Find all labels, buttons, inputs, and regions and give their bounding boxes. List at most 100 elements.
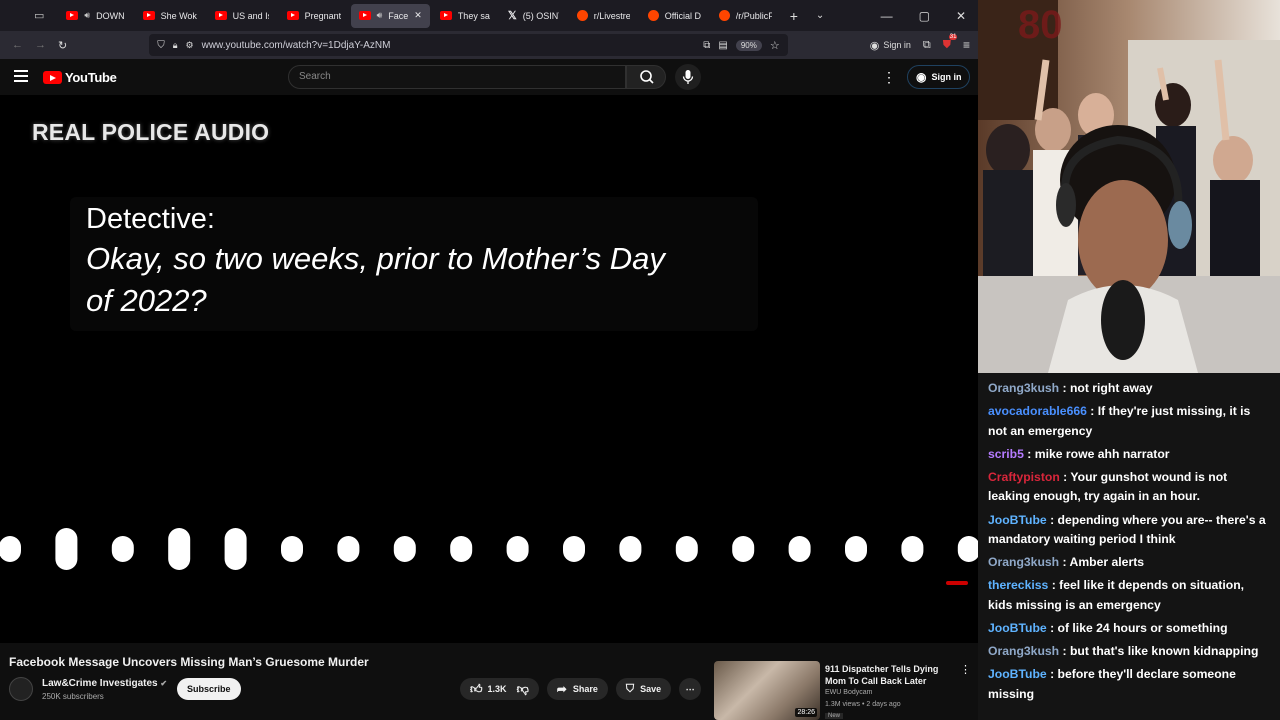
browser-tab[interactable]: She Woke U [135, 4, 205, 28]
chat-username[interactable]: scrib5 [988, 447, 1024, 461]
tab-audio-icon[interactable]: 🔊︎ [84, 10, 90, 21]
hamburger-menu-icon[interactable] [14, 70, 28, 82]
browser-tab[interactable]: Official Des [640, 4, 709, 28]
chat-separator: : [1059, 555, 1070, 570]
permissions-icon[interactable]: ⚙ [186, 40, 194, 51]
tab-title: They sa [457, 10, 490, 21]
chat-text: Amber alerts [1069, 555, 1145, 570]
browser-tab[interactable]: 🔊︎ DOWN [58, 4, 132, 28]
chat-text: not right away [1069, 381, 1153, 395]
maximize-icon[interactable]: ▢ [919, 9, 930, 23]
waveform-bar [393, 536, 416, 562]
tab-title: DOWN [96, 10, 125, 21]
video-title: Facebook Message Uncovers Missing Man’s … [9, 655, 369, 669]
video-actions: 👍︎ 1.3K 👎︎ ➦ Share ⛉ Save ⋯ [460, 678, 702, 700]
youtube-favicon-icon [439, 11, 452, 20]
lock-icon[interactable]: 🔒︎ [173, 40, 178, 51]
youtube-logo[interactable]: YouTube [43, 70, 117, 85]
browser-tab[interactable]: Pregnant M [279, 4, 349, 28]
picture-in-picture-icon[interactable]: ⧉ [703, 40, 710, 51]
related-video-duration: 28:26 [795, 708, 817, 717]
extensions-icon[interactable]: ⧉ [923, 39, 931, 52]
channel-name-text[interactable]: Law&Crime Investigates [42, 678, 158, 689]
url-bar[interactable]: ⛉ 🔒︎ ⚙ www.youtube.com/watch?v=1DdjaY-Az… [149, 34, 788, 56]
tab-audio-icon[interactable]: 🔊︎ [377, 10, 383, 21]
chat-message: Orang3kush : Amber alerts [988, 553, 1270, 573]
thumbs-up-icon: 👍︎ [470, 681, 483, 696]
settings-kebab-icon[interactable]: ⋮ [882, 69, 896, 86]
forward-icon[interactable]: → [35, 39, 46, 51]
webcam-image: 80 [978, 0, 1280, 373]
waveform-bar [111, 536, 134, 562]
save-label: Save [640, 684, 662, 694]
browser-sign-in[interactable]: ◉ Sign in [870, 39, 911, 52]
browser-tab[interactable]: They sa [432, 4, 498, 28]
share-button[interactable]: ➦ Share [546, 678, 608, 700]
youtube-sign-in-button[interactable]: ◉ Sign in [907, 65, 971, 89]
browser-nav-bar: ← → ↻ ⛉ 🔒︎ ⚙ www.youtube.com/watch?v=1Dd… [0, 31, 978, 59]
chat-username[interactable]: thereckiss [988, 578, 1048, 592]
url-text[interactable]: www.youtube.com/watch?v=1DdjaY-AzNM [202, 40, 696, 51]
subscribe-button[interactable]: Subscribe [177, 678, 241, 700]
chat-message: JooBTube : before they'll declare someon… [988, 665, 1270, 704]
related-video-thumbnail[interactable]: 28:26 [714, 661, 820, 720]
video-player[interactable]: REAL POLICE AUDIO Detective: Okay, so tw… [0, 95, 978, 643]
related-video-channel[interactable]: EWU Bodycam [825, 689, 872, 696]
chat-username[interactable]: JooBTube [988, 667, 1047, 681]
minimize-icon[interactable]: — [881, 9, 893, 23]
chat-username[interactable]: Craftypiston [988, 470, 1060, 484]
reddit-favicon-icon [718, 10, 730, 21]
channel-name[interactable]: Law&Crime Investigates ✔ [42, 678, 167, 689]
back-icon[interactable]: ← [12, 39, 23, 51]
new-tab-icon[interactable]: + [790, 8, 798, 24]
chat-username[interactable]: JooBTube [988, 513, 1047, 527]
chat-username[interactable]: Orang3kush [988, 644, 1059, 658]
chat-separator: : [1059, 381, 1070, 395]
reload-icon[interactable]: ↻ [58, 39, 67, 52]
share-icon: ➦ [556, 682, 567, 696]
waveform-bar [281, 536, 303, 562]
related-video-card[interactable]: 28:26 911 Dispatcher Tells Dying Mom To … [714, 661, 974, 720]
chat-username[interactable]: Orang3kush [988, 381, 1059, 395]
chat-message: scrib5 : mike rowe ahh narrator [988, 445, 1270, 465]
share-label: Share [572, 684, 598, 694]
tab-title: (5) OSINTde [522, 10, 559, 21]
bookmark-star-icon[interactable]: ☆ [770, 39, 780, 52]
dislike-button[interactable]: 👎︎ [517, 682, 529, 697]
chat-message: Craftypiston : Your gunshot wound is not… [988, 468, 1270, 507]
search-icon [640, 70, 654, 84]
reader-view-icon[interactable]: ▤ [718, 40, 727, 51]
tab-title: Official Des [664, 10, 701, 21]
youtube-play-icon [43, 71, 62, 84]
save-button[interactable]: ⛉ Save [615, 678, 672, 700]
app-menu-icon[interactable]: ≡ [963, 38, 970, 52]
search-input[interactable]: Search [288, 65, 626, 89]
waveform-bar [506, 536, 529, 562]
tab-overview-icon[interactable]: ▭ [34, 9, 44, 22]
chat-separator: : [1086, 404, 1098, 419]
search-button[interactable] [626, 65, 666, 89]
close-tab-icon[interactable]: ✕ [414, 10, 422, 21]
browser-tab[interactable]: 𝕏 (5) OSINTde [500, 4, 567, 28]
tab-list-icon[interactable]: ⌄ [816, 10, 824, 21]
browser-tab[interactable]: 🔊︎ Face ✕ [350, 3, 430, 28]
related-video-title[interactable]: 911 Dispatcher Tells Dying Mom To Call B… [825, 663, 945, 687]
like-button[interactable]: 👍︎ 1.3K [470, 682, 507, 697]
youtube-favicon-icon [214, 11, 227, 20]
shield-icon[interactable]: ⛉ [157, 40, 165, 51]
channel-avatar[interactable] [9, 677, 33, 701]
browser-tab[interactable]: /r/PublicFre [711, 4, 780, 28]
voice-search-button[interactable] [675, 64, 701, 90]
related-video-menu-icon[interactable]: ⋮ [960, 663, 971, 676]
chat-username[interactable]: avocadorable666 [988, 404, 1087, 418]
zoom-level[interactable]: 90% [735, 39, 762, 51]
chat-username[interactable]: Orang3kush [988, 555, 1059, 569]
more-actions-button[interactable]: ⋯ [679, 678, 702, 700]
addon-badge-icon[interactable]: ⛊ 31 [943, 33, 958, 52]
chat-separator: : [1059, 644, 1070, 659]
chat-username[interactable]: JooBTube [988, 621, 1047, 635]
chat-separator: : [1048, 578, 1060, 593]
close-window-icon[interactable]: ✕ [956, 9, 966, 23]
browser-tab[interactable]: r/Livestrean [569, 4, 638, 28]
browser-tab[interactable]: US and Isra [207, 4, 277, 28]
